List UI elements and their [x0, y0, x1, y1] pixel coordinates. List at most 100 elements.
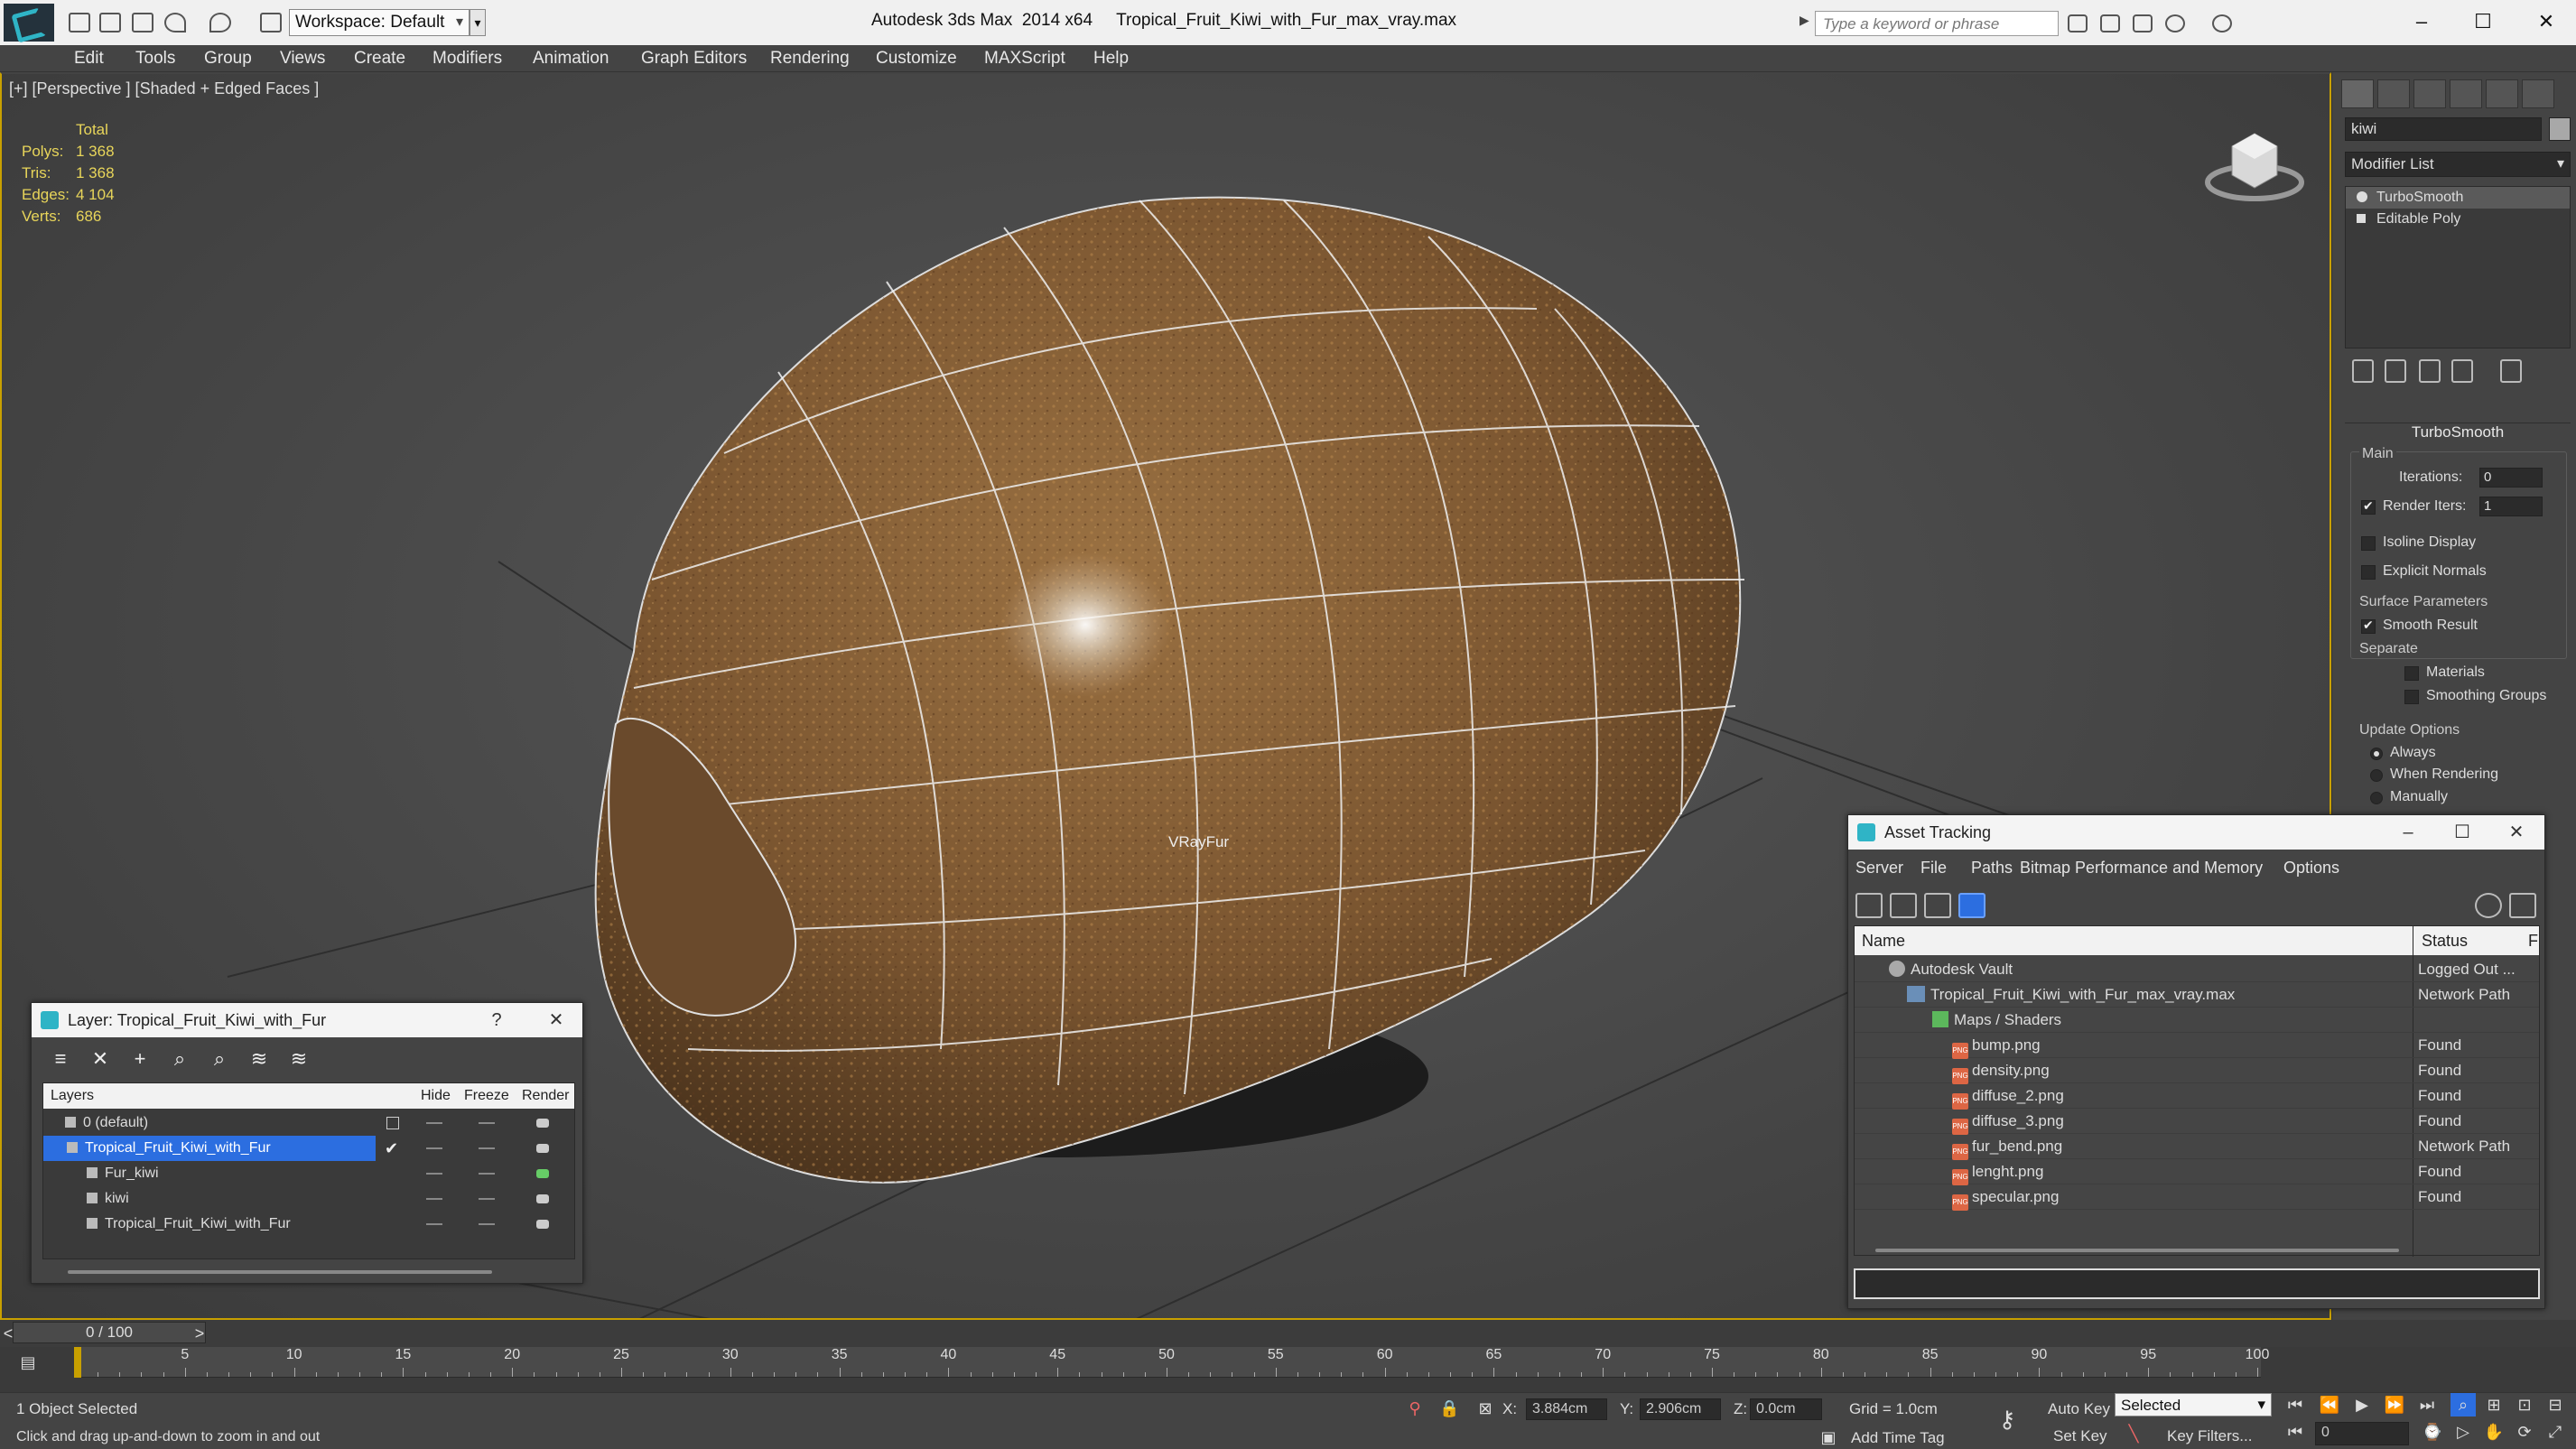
horizontal-scrollbar[interactable] [1875, 1249, 2399, 1252]
layer-row[interactable]: Fur_kiwi [43, 1161, 574, 1186]
key-mode-select[interactable]: Selected [2115, 1393, 2272, 1416]
zoom-all-icon[interactable]: ⊞ [2481, 1393, 2506, 1416]
tree-view-icon[interactable] [1924, 893, 1951, 918]
field-of-view-icon[interactable]: ▷ [2450, 1420, 2476, 1444]
menu-customize[interactable]: Customize [876, 49, 957, 69]
zoom-extents-icon[interactable]: ⊡ [2512, 1393, 2537, 1416]
isolate-selection-icon[interactable]: ⚲ [1405, 1398, 1425, 1418]
iterations-spinner[interactable]: 0 [2479, 468, 2543, 488]
asset-row[interactable]: PNG diffuse_3.png Found [1855, 1109, 2539, 1135]
menu-options[interactable]: Options [2283, 859, 2339, 878]
utilities-tab-icon[interactable] [2522, 79, 2554, 108]
new-file-icon[interactable] [69, 13, 90, 33]
maximize-dialog-button[interactable]: ☐ [2449, 820, 2476, 845]
time-slider[interactable]: 0 / 100 [13, 1322, 206, 1343]
zoom-extents-all-icon[interactable]: ⊟ [2543, 1393, 2568, 1416]
render-iters-checkbox[interactable] [2361, 498, 2376, 515]
next-frame-icon[interactable]: ⏩ [2382, 1393, 2407, 1416]
explicit-normals-checkbox[interactable] [2361, 565, 2376, 580]
object-color-swatch[interactable] [2549, 117, 2571, 141]
hide-all-layers-icon[interactable]: ≋ [286, 1048, 312, 1070]
turbosmooth-rollout[interactable]: TurboSmooth [2345, 423, 2571, 442]
menu-paths[interactable]: Paths [1971, 859, 2013, 878]
asset-path-field[interactable] [1854, 1268, 2540, 1299]
menu-group[interactable]: Group [204, 49, 252, 69]
smoothing-groups-checkbox[interactable] [2404, 690, 2419, 704]
asset-dialog-titlebar[interactable]: Asset Tracking – ☐ ✕ [1848, 815, 2544, 850]
layer-row[interactable]: Tropical_Fruit_Kiwi_with_Fur [43, 1212, 574, 1237]
asset-row[interactable]: PNG bump.png Found [1855, 1033, 2539, 1059]
close-dialog-button[interactable]: ✕ [2503, 820, 2530, 845]
communication-center-icon[interactable] [2100, 14, 2120, 33]
render-teapot-icon[interactable] [536, 1169, 549, 1178]
menu-bitmap-performance[interactable]: Bitmap Performance and Memory [2020, 859, 2263, 878]
manually-radio[interactable] [2370, 792, 2383, 804]
x-coordinate-field[interactable]: 3.884cm [1526, 1398, 1607, 1420]
smooth-result-checkbox[interactable] [2361, 618, 2376, 634]
hide-toggle[interactable] [426, 1198, 442, 1200]
delete-layer-icon[interactable]: ✕ [88, 1048, 113, 1070]
selection-lock-icon[interactable]: 🔒 [1439, 1398, 1459, 1418]
asset-row[interactable]: PNG density.png Found [1855, 1058, 2539, 1084]
object-name-field[interactable]: kiwi [2345, 117, 2542, 141]
materials-checkbox[interactable] [2404, 666, 2419, 681]
settings-icon[interactable] [2509, 893, 2536, 918]
menu-edit[interactable]: Edit [74, 49, 104, 69]
close-button[interactable]: ✕ [2528, 7, 2564, 36]
create-tab-icon[interactable] [2341, 79, 2374, 108]
favorites-star-icon[interactable] [2165, 14, 2185, 33]
exchange-apps-icon[interactable] [2133, 14, 2153, 33]
previous-frame-icon[interactable]: ⏪ [2317, 1393, 2342, 1416]
stack-item-editable-poly[interactable]: Editable Poly [2346, 209, 2570, 230]
bulb-icon[interactable] [2357, 191, 2367, 202]
render-iters-spinner[interactable]: 1 [2479, 497, 2543, 516]
menu-modifiers[interactable]: Modifiers [432, 49, 502, 69]
render-teapot-icon[interactable] [536, 1144, 549, 1153]
play-icon[interactable]: ▶ [2349, 1393, 2375, 1416]
viewport-label[interactable]: [+] [Perspective ] [Shaded + Edged Faces… [9, 79, 319, 98]
minimize-dialog-button[interactable]: – [2395, 820, 2422, 845]
menu-server[interactable]: Server [1855, 859, 1903, 878]
render-teapot-icon[interactable] [536, 1220, 549, 1229]
add-time-tag[interactable]: Add Time Tag [1851, 1429, 1945, 1447]
key-mode-toggle-icon[interactable]: ⏮ [2283, 1420, 2308, 1444]
viewcube-icon[interactable] [2205, 119, 2304, 214]
help-icon[interactable] [2212, 14, 2232, 33]
current-layer-box[interactable] [386, 1117, 399, 1129]
render-teapot-icon[interactable] [536, 1194, 549, 1203]
asset-row[interactable]: PNG lenght.png Found [1855, 1159, 2539, 1185]
new-layer-icon[interactable]: ≡ [48, 1048, 73, 1070]
col-freeze[interactable]: Freeze [464, 1088, 509, 1104]
y-coordinate-field[interactable]: 2.906cm [1640, 1398, 1721, 1420]
workspace-select[interactable]: Workspace: Default [289, 9, 470, 36]
search-expand-icon[interactable]: ▶ [1799, 13, 1809, 28]
asset-row[interactable]: Tropical_Fruit_Kiwi_with_Fur_max_vray.ma… [1855, 982, 2539, 1008]
show-end-result-icon[interactable] [2385, 359, 2406, 383]
menu-help[interactable]: Help [1093, 49, 1129, 69]
stack-item-turbosmooth[interactable]: TurboSmooth [2346, 187, 2570, 209]
select-objects-icon[interactable]: ⌕ [167, 1048, 192, 1070]
menu-create[interactable]: Create [354, 49, 405, 69]
menu-graph-editors[interactable]: Graph Editors [641, 49, 747, 69]
maximize-button[interactable]: ☐ [2465, 7, 2501, 36]
layer-row[interactable]: kiwi [43, 1186, 574, 1212]
asset-row[interactable]: Maps / Shaders [1855, 1008, 2539, 1033]
pan-view-icon[interactable]: ✋ [2481, 1420, 2506, 1444]
hide-toggle[interactable] [426, 1223, 442, 1225]
hierarchy-tab-icon[interactable] [2413, 79, 2446, 108]
isoline-display-checkbox[interactable] [2361, 536, 2376, 551]
timeline-ruler[interactable]: 5 10 15 20 25 30 35 40 45 50 55 60 65 70 75 80 85 90 95 100 [76, 1347, 2269, 1378]
binoculars-icon[interactable] [2068, 14, 2088, 33]
open-file-icon[interactable] [99, 13, 121, 33]
col-status[interactable]: Status [2422, 932, 2468, 951]
when-rendering-radio[interactable] [2370, 769, 2383, 782]
hide-toggle[interactable] [426, 1122, 442, 1124]
menu-views[interactable]: Views [280, 49, 325, 69]
render-teapot-icon[interactable] [536, 1119, 549, 1128]
menu-tools[interactable]: Tools [135, 49, 175, 69]
absolute-mode-icon[interactable]: ⊠ [1475, 1398, 1495, 1418]
time-configuration-icon[interactable]: ⌚ [2420, 1420, 2445, 1444]
menu-animation[interactable]: Animation [533, 49, 609, 69]
freeze-toggle[interactable] [479, 1198, 495, 1200]
remove-modifier-icon[interactable] [2451, 359, 2473, 383]
